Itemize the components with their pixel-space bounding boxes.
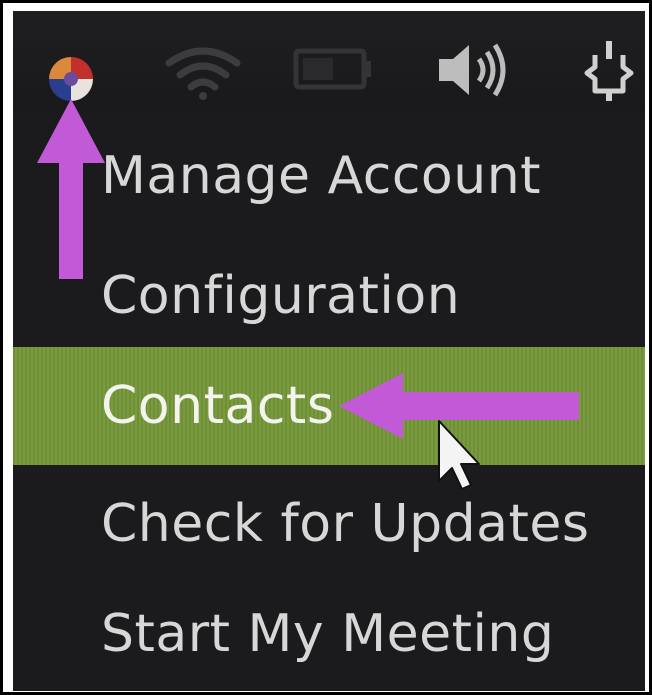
menu-item-start-my-meeting[interactable]: Start My Meeting bbox=[13, 575, 645, 691]
menu-item-contacts[interactable]: Contacts bbox=[13, 347, 645, 465]
power-icon[interactable] bbox=[579, 37, 639, 103]
menu-item-check-for-updates[interactable]: Check for Updates bbox=[13, 465, 645, 583]
menu-item-manage-account[interactable]: Manage Account bbox=[13, 117, 645, 235]
top-panel bbox=[13, 11, 645, 111]
menu-item-label: Manage Account bbox=[101, 146, 542, 206]
indicator-menu: Manage Account Configuration Contacts Ch… bbox=[13, 111, 645, 691]
screen: Manage Account Configuration Contacts Ch… bbox=[13, 11, 645, 691]
screenshot-frame: Manage Account Configuration Contacts Ch… bbox=[0, 0, 652, 695]
menu-item-configuration[interactable]: Configuration bbox=[13, 237, 645, 355]
menu-item-label: Contacts bbox=[101, 376, 335, 436]
volume-icon[interactable] bbox=[433, 39, 513, 101]
app-indicator-icon[interactable] bbox=[43, 51, 99, 107]
wifi-icon[interactable] bbox=[163, 41, 243, 101]
menu-item-label: Check for Updates bbox=[101, 494, 590, 554]
battery-icon[interactable] bbox=[293, 45, 373, 93]
menu-item-label: Configuration bbox=[101, 266, 461, 326]
menu-item-label: Start My Meeting bbox=[101, 604, 555, 664]
